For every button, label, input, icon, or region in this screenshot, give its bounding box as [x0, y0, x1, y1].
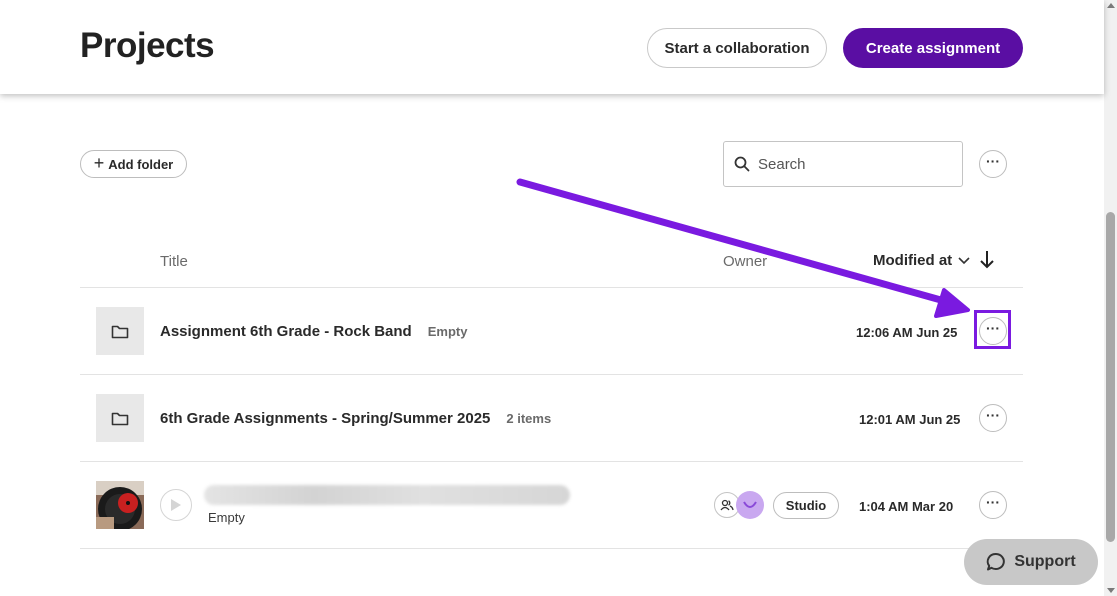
scroll-down-arrow-icon[interactable] [1107, 588, 1115, 593]
search-input[interactable] [758, 155, 948, 173]
support-label: Support [1014, 553, 1076, 570]
folder-thumbnail [96, 394, 144, 442]
folder-icon [111, 412, 129, 425]
play-icon [171, 499, 181, 511]
folder-thumbnail [96, 307, 144, 355]
scrollbar[interactable] [1104, 0, 1117, 596]
page-header: Projects Start a collaboration Create as… [0, 0, 1104, 94]
scroll-up-arrow-icon[interactable] [1107, 3, 1115, 8]
row-modified-date: 12:01 AM Jun 25 [859, 412, 961, 427]
scroll-thumb[interactable] [1106, 212, 1115, 542]
divider [80, 287, 1023, 288]
column-header-modified[interactable]: Modified at [873, 252, 970, 269]
start-collaboration-button[interactable]: Start a collaboration [647, 28, 827, 68]
owner-avatar[interactable] [736, 491, 764, 519]
add-folder-label: Add folder [108, 156, 174, 172]
play-button[interactable] [160, 489, 192, 521]
row-item-count: 2 items [506, 411, 552, 426]
chevron-down-icon [958, 256, 970, 264]
row-item-count: Empty [427, 324, 468, 339]
row-title-redacted[interactable] [204, 485, 570, 505]
add-folder-button[interactable]: + Add folder [80, 150, 187, 178]
row-modified-date: 1:04 AM Mar 20 [859, 499, 954, 514]
column-header-title: Title [160, 253, 188, 270]
vinyl-record-image [96, 481, 144, 529]
search-icon [734, 156, 750, 172]
chat-bubble-icon [987, 553, 1006, 571]
page-title: Projects [80, 26, 215, 65]
more-horizontal-icon: ··· [986, 407, 1000, 423]
row-more-options-button[interactable]: ··· [979, 491, 1007, 519]
row-modified-date: 12:06 AM Jun 25 [856, 325, 958, 340]
row-title[interactable]: 6th Grade Assignments - Spring/Summer 20… [160, 410, 490, 427]
column-header-modified-label: Modified at [873, 252, 953, 269]
row-title[interactable]: Assignment 6th Grade - Rock Band [160, 323, 412, 340]
studio-tag[interactable]: Studio [773, 492, 839, 519]
search-box[interactable] [723, 141, 963, 187]
divider [80, 461, 1023, 462]
more-horizontal-icon: ··· [986, 153, 1000, 169]
support-button[interactable]: Support [964, 539, 1098, 585]
annotation-highlight-box [974, 310, 1011, 349]
project-thumbnail [96, 481, 144, 529]
more-horizontal-icon: ··· [986, 494, 1000, 510]
more-options-button[interactable]: ··· [979, 150, 1007, 178]
divider [80, 548, 1023, 549]
column-header-owner: Owner [723, 253, 768, 270]
row-more-options-button[interactable]: ··· [979, 404, 1007, 432]
sort-arrow-down-icon[interactable] [980, 250, 994, 270]
plus-icon: + [93, 153, 105, 173]
create-assignment-button[interactable]: Create assignment [843, 28, 1023, 68]
divider [80, 374, 1023, 375]
row-item-count: Empty [208, 510, 245, 525]
folder-icon [111, 325, 129, 338]
